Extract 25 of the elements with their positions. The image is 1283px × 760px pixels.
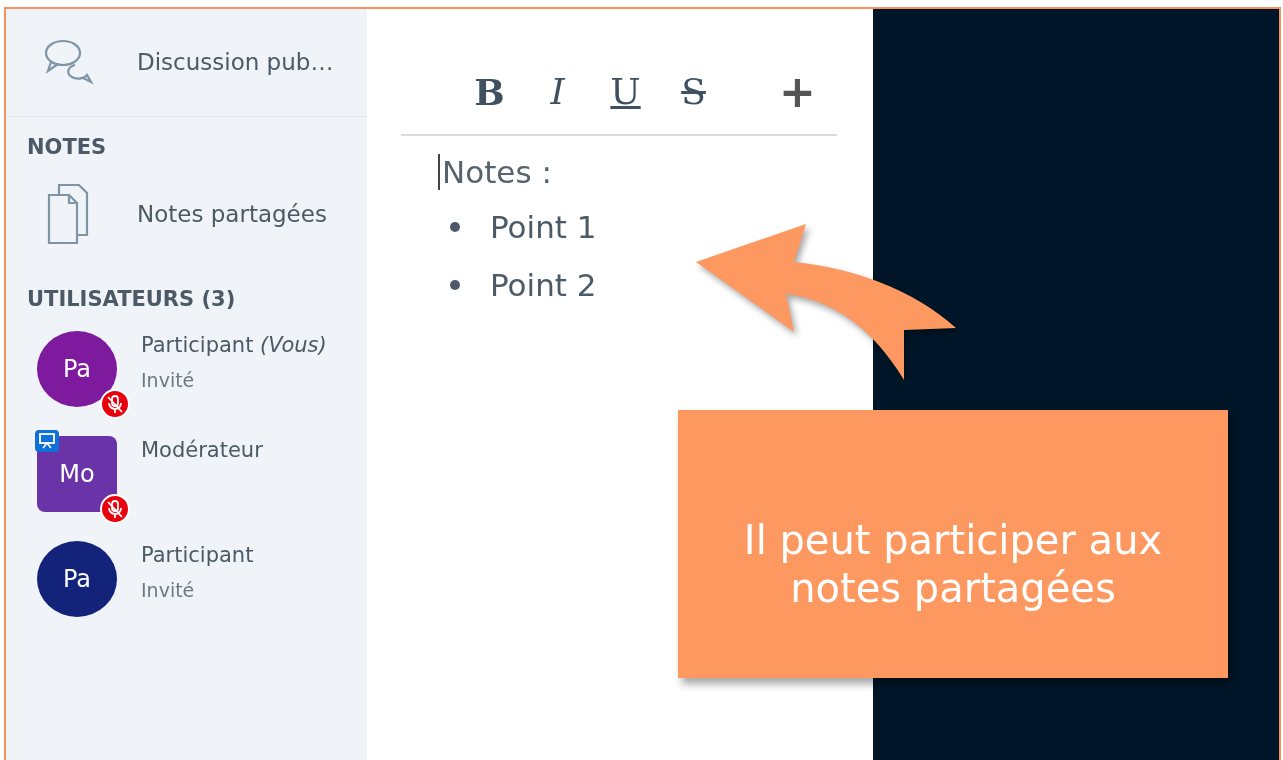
underline-button[interactable]: U — [606, 70, 645, 114]
chat-item[interactable]: Discussion pub… — [5, 8, 367, 116]
section-heading: NOTES — [26, 134, 108, 159]
chat-label: Discussion pub… — [137, 49, 334, 75]
user-avatar[interactable]: Pa — [37, 331, 117, 407]
user-name: Modérateur — [141, 438, 263, 462]
user-role: Invité — [141, 579, 196, 601]
user-avatar[interactable]: Mo — [37, 436, 117, 512]
strike-button[interactable]: S — [674, 70, 713, 114]
user-role: Invité — [141, 369, 196, 391]
bullet-icon — [450, 280, 460, 290]
bullet-text: Point 1 — [490, 209, 597, 245]
shared-notes-item[interactable]: Notes partagées — [5, 159, 367, 269]
user-name: Participant — [141, 543, 254, 567]
bullet-icon — [450, 222, 460, 232]
chat-bubbles-icon — [43, 37, 95, 87]
section-heading: UTILISATEURS (3) — [26, 286, 237, 311]
italic-button[interactable]: I — [538, 70, 577, 114]
bullet-text: Point 2 — [490, 267, 597, 303]
bold-button[interactable]: B — [470, 70, 509, 114]
user-name: Participant (Vous) — [141, 333, 327, 357]
user-avatar[interactable]: Pa — [37, 541, 117, 617]
shared-notes-label: Notes partagées — [137, 201, 327, 227]
notes-heading: Notes : — [438, 154, 838, 190]
plus-button[interactable]: + — [778, 70, 817, 114]
